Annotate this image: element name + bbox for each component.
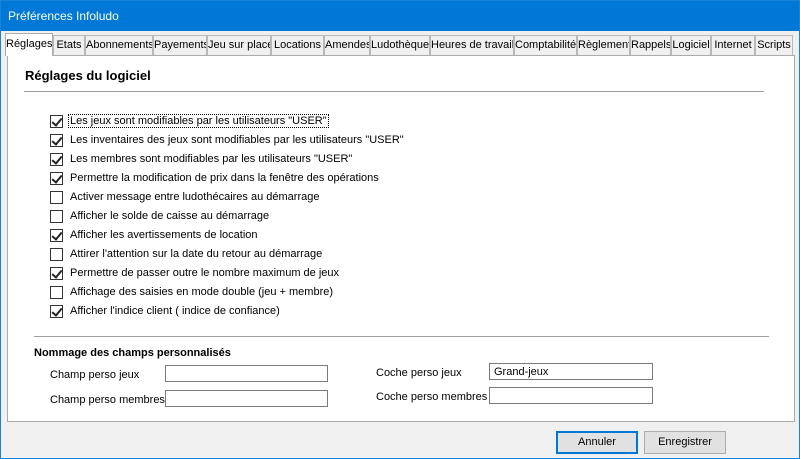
option-label: Permettre la modification de prix dans l…: [70, 172, 379, 184]
tab-strip: Réglages Etats Abonnements Payements Jeu…: [5, 33, 797, 56]
tab-scripts[interactable]: Scripts: [755, 35, 793, 55]
checkbox[interactable]: [50, 133, 63, 147]
option-avertissements-location[interactable]: Afficher les avertissements de location: [50, 227, 259, 243]
option-membres-modifiables[interactable]: Les membres sont modifiables par les uti…: [50, 151, 353, 167]
tab-ludotheque[interactable]: Ludothèque: [370, 35, 430, 55]
custom-fields-title: Nommage des champs personnalisés: [34, 347, 231, 359]
champ-perso-jeux-label: Champ perso jeux: [50, 369, 140, 381]
tab-internet[interactable]: Internet: [711, 35, 755, 55]
checkbox[interactable]: [50, 228, 63, 242]
checkbox[interactable]: [50, 266, 63, 280]
champ-perso-membres-field[interactable]: [165, 390, 328, 407]
checkbox[interactable]: [50, 209, 63, 223]
option-label: Afficher l'indice client ( indice de con…: [70, 305, 280, 317]
coche-perso-jeux-label: Coche perso jeux: [376, 367, 462, 379]
checkbox[interactable]: [50, 247, 63, 261]
checkbox[interactable]: [50, 171, 63, 185]
settings-panel: Réglages du logiciel Les jeux sont modif…: [7, 55, 795, 422]
tab-reglement[interactable]: Règlement: [577, 35, 630, 55]
option-message-ludothecaires[interactable]: Activer message entre ludothécaires au d…: [50, 189, 320, 205]
section-divider: [34, 336, 769, 337]
coche-perso-jeux-field[interactable]: [489, 363, 653, 380]
option-indice-client[interactable]: Afficher l'indice client ( indice de con…: [50, 303, 281, 319]
tab-rappels[interactable]: Rappels: [630, 35, 671, 55]
cancel-button[interactable]: Annuler: [556, 431, 638, 454]
tab-heures-de-travail[interactable]: Heures de travail: [430, 35, 514, 55]
tab-abonnements[interactable]: Abonnements: [85, 35, 153, 55]
checkbox[interactable]: [50, 304, 63, 318]
tab-reglages[interactable]: Réglages: [5, 33, 53, 56]
window-title: Préférences Infoludo: [8, 9, 119, 23]
tab-etats[interactable]: Etats: [53, 35, 85, 55]
tab-comptabilite[interactable]: Comptabilité: [514, 35, 577, 55]
checkbox[interactable]: [50, 114, 63, 128]
option-jeux-modifiables[interactable]: Les jeux sont modifiables par les utilis…: [50, 113, 329, 129]
champ-perso-membres-label: Champ perso membres: [50, 394, 165, 406]
tab-jeu-sur-place[interactable]: Jeu sur place: [207, 35, 271, 55]
champ-perso-jeux-field[interactable]: [165, 365, 328, 382]
tab-logiciel[interactable]: Logiciel: [671, 35, 711, 55]
save-button[interactable]: Enregistrer: [644, 431, 726, 454]
option-label: Les membres sont modifiables par les uti…: [70, 153, 353, 165]
option-label: Les inventaires des jeux sont modifiable…: [70, 134, 404, 146]
option-solde-caisse[interactable]: Afficher le solde de caisse au démarrage: [50, 208, 270, 224]
option-nombre-maximum[interactable]: Permettre de passer outre le nombre maxi…: [50, 265, 340, 281]
option-modification-prix[interactable]: Permettre la modification de prix dans l…: [50, 170, 380, 186]
tab-amendes[interactable]: Amendes: [324, 35, 370, 55]
tab-locations[interactable]: Locations: [271, 35, 324, 55]
option-inventaires-modifiables[interactable]: Les inventaires des jeux sont modifiable…: [50, 132, 405, 148]
coche-perso-membres-label: Coche perso membres: [376, 391, 488, 403]
option-label: Attirer l'attention sur la date du retou…: [70, 248, 323, 260]
option-date-retour[interactable]: Attirer l'attention sur la date du retou…: [50, 246, 323, 262]
coche-perso-membres-field[interactable]: [489, 387, 653, 404]
checkbox[interactable]: [50, 285, 63, 299]
option-label: Afficher les avertissements de location: [70, 229, 258, 241]
section-divider: [24, 91, 764, 92]
option-label: Affichage des saisies en mode double (je…: [70, 286, 334, 298]
option-label: Activer message entre ludothécaires au d…: [70, 191, 320, 203]
title-bar[interactable]: Préférences Infoludo: [1, 1, 799, 31]
tab-payements[interactable]: Payements: [153, 35, 207, 55]
checkbox[interactable]: [50, 152, 63, 166]
checkbox[interactable]: [50, 190, 63, 204]
option-mode-double[interactable]: Affichage des saisies en mode double (je…: [50, 284, 334, 300]
section-title: Réglages du logiciel: [25, 68, 151, 83]
preferences-window: Préférences Infoludo Réglages Etats Abon…: [0, 0, 800, 459]
option-label: Afficher le solde de caisse au démarrage: [70, 210, 270, 222]
option-label: Permettre de passer outre le nombre maxi…: [70, 267, 340, 279]
option-label: Les jeux sont modifiables par les utilis…: [68, 114, 329, 128]
